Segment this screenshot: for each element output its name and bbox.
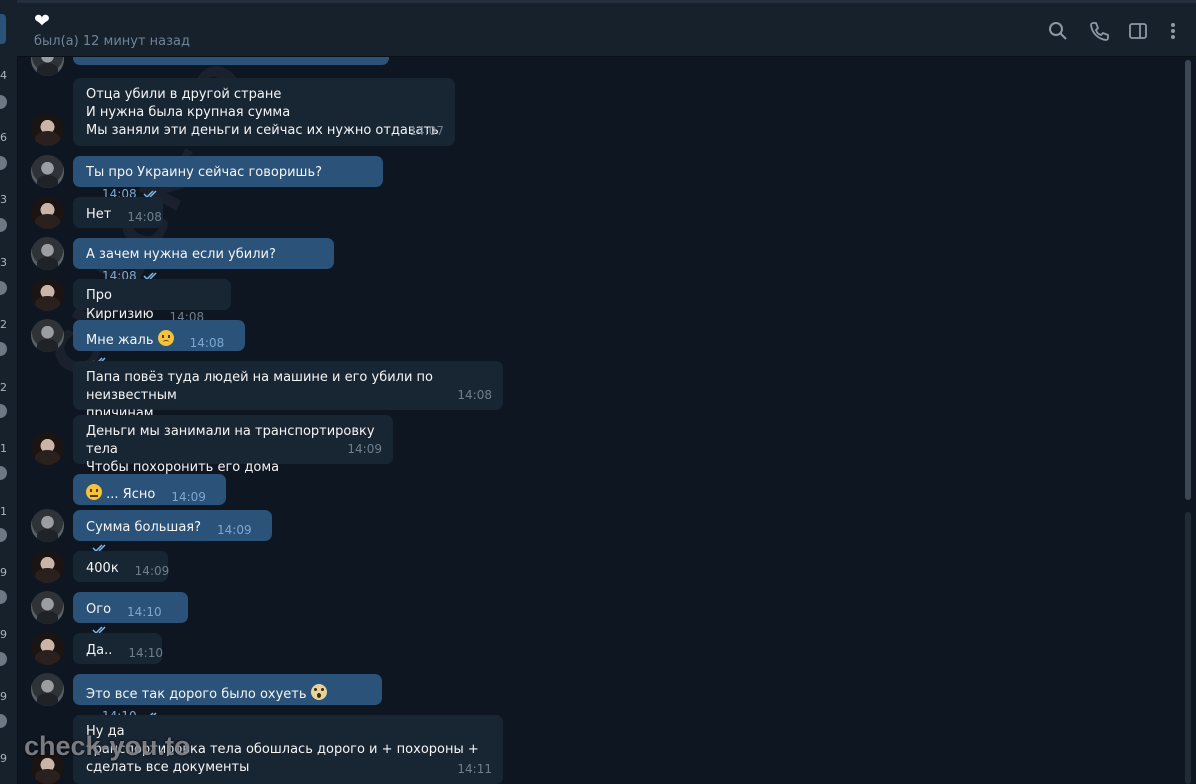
chat-list-count: 9 [0, 752, 7, 765]
heart-icon[interactable]: ❤ [34, 11, 54, 31]
chat-list-count: 3 [0, 256, 7, 269]
avatar[interactable] [31, 509, 64, 542]
message-text: Ого [86, 602, 112, 617]
message-time: 14:11 [457, 762, 492, 776]
chat-list-badge [0, 528, 7, 542]
message-text: 400к [86, 561, 119, 576]
avatar[interactable] [31, 196, 64, 229]
message-text: ... Ясно [106, 487, 156, 502]
message-time: 14:10 [128, 646, 163, 660]
avatar[interactable] [31, 237, 64, 270]
screaming-face-emoji [310, 684, 327, 700]
chat-list-strip[interactable]: 4 6 3 3 2 2 1 1 9 9 9 9 [0, 0, 18, 784]
search-icon[interactable] [1047, 20, 1069, 42]
message-text: Сумма большая? [86, 520, 202, 535]
sad-face-emoji [157, 330, 174, 346]
chat-list-badge [0, 652, 7, 666]
message-time: 14:09 [347, 442, 382, 456]
read-checks-icon [143, 269, 161, 281]
message-text: Это все так дорого было охуеть [86, 687, 307, 702]
message-text: Про Киргизию [86, 288, 154, 322]
message-text: Ты про Украину сейчас говоришь? [86, 165, 323, 180]
chat-list-count: 3 [0, 193, 7, 206]
last-seen-status: был(а) 12 минут назад [34, 34, 190, 49]
message-bubble-in[interactable]: Про Киргизию 14:08 [73, 279, 231, 324]
avatar[interactable] [31, 632, 64, 665]
message-bubble-in[interactable]: Ну да транспортировка тела обошлась доро… [73, 715, 503, 784]
avatar[interactable] [31, 278, 64, 311]
read-checks-icon [143, 187, 161, 199]
message-time: 14:08 [457, 388, 492, 402]
scrollbar-track [1185, 512, 1191, 784]
chat-list-badge [0, 590, 7, 604]
sidebar-icon[interactable] [1127, 20, 1149, 42]
chat-list-badge [0, 156, 7, 170]
chat-list-count: 9 [0, 628, 7, 641]
message-time: 14:08 [189, 336, 225, 350]
message-bubble-in[interactable]: Да.. 14:10 [73, 633, 163, 664]
chat-list-badge [0, 281, 7, 295]
chat-list-badge [0, 342, 7, 356]
chat-list-count: 9 [0, 566, 7, 579]
chat-list-count: 6 [0, 131, 7, 144]
more-icon[interactable] [1162, 20, 1184, 42]
message-text: Деньги мы занимали на транспортировку те… [86, 424, 375, 475]
message-bubble-out[interactable]: Ты про Украину сейчас говоришь?14:08 [73, 156, 383, 201]
chat-list-count: 1 [0, 505, 7, 518]
chat-list-badge [0, 466, 7, 480]
message-text: Ну да транспортировка тела обошлась доро… [86, 724, 479, 775]
message-bubble-out[interactable] [73, 57, 389, 65]
avatar[interactable] [31, 319, 64, 352]
message-time: 14:10 [127, 605, 162, 619]
chat-list-count: 2 [0, 318, 7, 331]
avatar[interactable] [31, 155, 64, 188]
message-text: Отца убили в другой стране И нужна была … [86, 87, 439, 138]
chat-list-badge [0, 218, 7, 232]
avatar[interactable] [31, 113, 64, 146]
message-text: А зачем нужна если убили? [86, 247, 276, 262]
message-bubble-out[interactable]: ... Ясно 14:09 [73, 474, 226, 520]
read-checks-icon [92, 623, 110, 635]
message-bubble-in[interactable]: Папа повёз туда людей на машине и его уб… [73, 361, 503, 421]
chat-list-count: 1 [0, 442, 7, 455]
message-bubble-out[interactable]: Мне жаль 14:08 [73, 320, 245, 366]
neutral-face-emoji [86, 484, 102, 500]
message-text: Да.. [86, 643, 113, 658]
message-bubble-in[interactable]: Нет 14:08 [73, 197, 163, 228]
avatar[interactable] [31, 591, 64, 624]
chat-list-count: 2 [0, 381, 7, 394]
chat-list-count: 4 [0, 69, 7, 82]
message-time: 14:09 [134, 564, 170, 578]
message-time: 14:07 [409, 124, 444, 138]
chat-list-badge [0, 714, 7, 728]
avatar[interactable] [31, 432, 64, 465]
avatar[interactable] [31, 751, 64, 784]
scrollbar[interactable] [1185, 60, 1191, 784]
message-time: 14:08 [127, 210, 162, 224]
scrollbar-thumb[interactable] [1185, 60, 1191, 500]
message-bubble-out[interactable]: А зачем нужна если убили?14:08 [73, 238, 334, 283]
message-bubble-out[interactable]: Ого 14:10 [73, 592, 188, 635]
message-time: 14:09 [217, 523, 252, 537]
avatar[interactable] [31, 550, 64, 583]
chat-list-badge [0, 404, 7, 418]
message-time: 14:09 [171, 490, 206, 504]
chat-list-selected-item[interactable] [0, 14, 6, 44]
avatar[interactable] [31, 57, 64, 76]
message-bubble-in[interactable]: Деньги мы занимали на транспортировку те… [73, 415, 393, 475]
message-text: Папа повёз туда людей на машине и его уб… [86, 370, 434, 421]
message-bubble-in[interactable]: Отца убили в другой стране И нужна была … [73, 78, 455, 146]
message-text: Мне жаль [86, 333, 154, 348]
message-bubble-out[interactable]: Сумма большая? 14:09 [73, 510, 272, 553]
message-list[interactable]: CHECK-YOU.ME Отца убили в другой стране … [17, 57, 1185, 784]
read-checks-icon [92, 541, 110, 553]
message-bubble-out[interactable]: Это все так дорого было охуеть 14:10 [73, 674, 382, 723]
message-bubble-in[interactable]: 400к 14:09 [73, 551, 170, 582]
avatar[interactable] [31, 673, 64, 706]
chat-list-count: 9 [0, 690, 7, 703]
chat-list-badge [0, 95, 7, 109]
phone-icon[interactable] [1088, 20, 1110, 42]
chat-header: ❤ был(а) 12 минут назад [17, 0, 1196, 57]
message-text: Нет [86, 207, 112, 222]
